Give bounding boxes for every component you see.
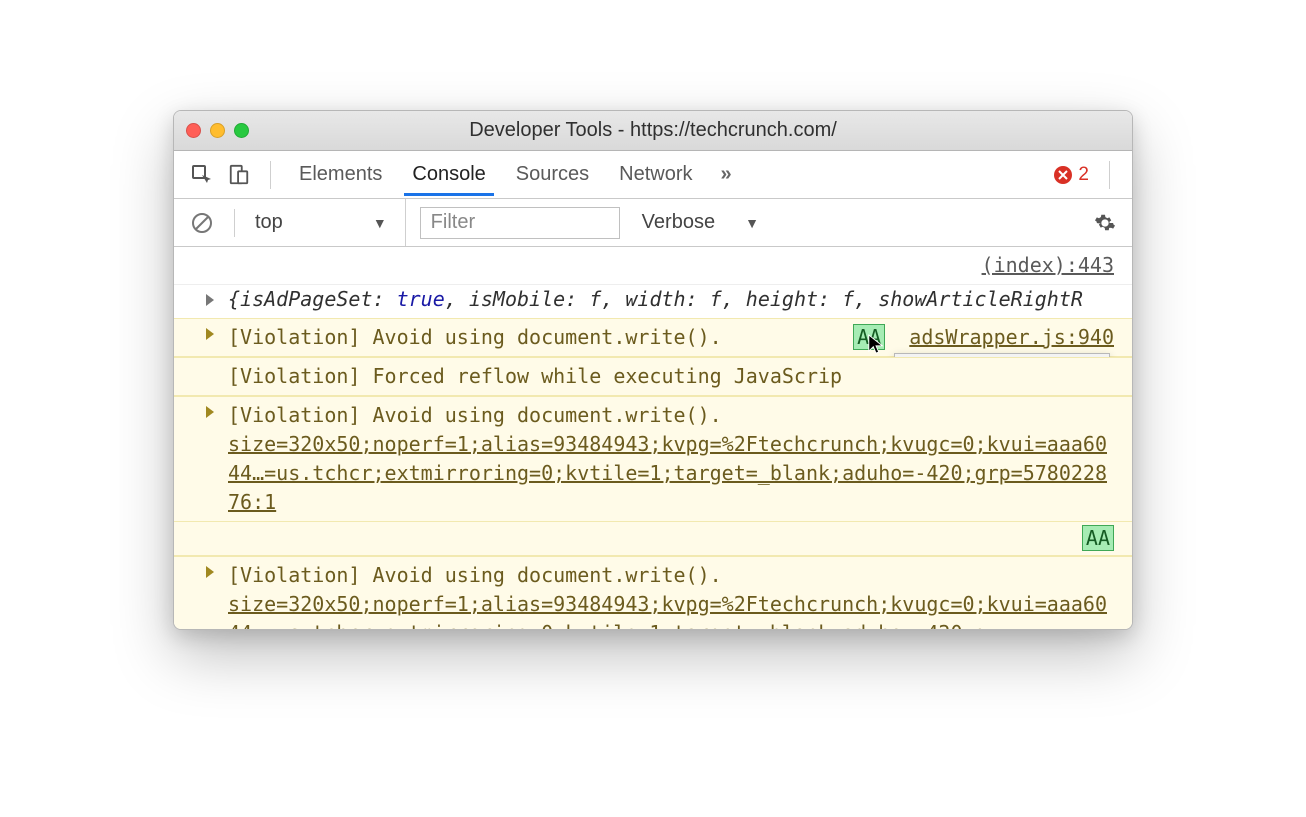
tab-network[interactable]: Network [611,153,700,196]
expand-arrow-icon[interactable] [206,566,214,578]
devtools-window: Developer Tools - https://techcrunch.com… [173,110,1133,630]
tab-console[interactable]: Console [404,153,493,196]
tab-sources[interactable]: Sources [508,153,597,196]
log-level-selector[interactable]: Verbose ▼ [642,211,759,234]
tab-elements[interactable]: Elements [291,153,390,196]
request-url-link[interactable]: size=320x50;noperf=1;alias=93484943;kvpg… [228,432,1107,514]
message-text: [Violation] Avoid using document.write()… [228,563,722,587]
source-link[interactable]: (index):443 [982,253,1114,277]
thirdparty-badge[interactable]: AA [1082,525,1114,551]
settings-icon[interactable] [1094,212,1116,234]
more-tabs-icon[interactable]: » [715,163,738,186]
clear-console-icon[interactable] [190,211,214,235]
filter-input[interactable]: Filter [420,207,620,239]
console-row[interactable]: [Violation] Avoid using document.write()… [174,556,1132,629]
request-url-link[interactable]: size=320x50;noperf=1;alias=93484943;kvpg… [228,592,1107,629]
divider [270,161,271,189]
mouse-cursor-icon [867,333,885,355]
console-messages: (index):443 {isAdPageSet: true, isMobile… [174,247,1132,629]
chevron-down-icon: ▼ [745,215,759,231]
context-value: top [255,211,283,234]
title-bar: Developer Tools - https://techcrunch.com… [174,111,1132,151]
error-icon [1054,166,1072,184]
chevron-down-icon: ▼ [373,215,387,231]
console-row[interactable]: [Violation] Avoid using document.write()… [174,396,1132,522]
panel-tabs: Elements Console Sources Network » 2 [174,151,1132,199]
inspect-element-icon[interactable] [190,163,214,187]
expand-arrow-icon[interactable] [206,294,214,306]
console-row[interactable]: [Violation] Avoid using document.write()… [174,318,1132,357]
console-row[interactable]: {isAdPageSet: true, isMobile: f, width: … [174,285,1132,318]
message-text: [Violation] Forced reflow while executin… [228,364,842,388]
window-title: Developer Tools - https://techcrunch.com… [174,119,1132,142]
divider [1109,161,1110,189]
expand-arrow-icon[interactable] [206,328,214,340]
error-count-value: 2 [1078,164,1089,186]
maximize-window-button[interactable] [234,123,249,138]
context-selector[interactable]: top ▼ [255,199,406,246]
message-text: {isAdPageSet: true, isMobile: f, width: … [228,287,1083,311]
console-row: [Violation] Forced reflow while executin… [174,357,1132,396]
minimize-window-button[interactable] [210,123,225,138]
error-count-badge[interactable]: 2 [1054,164,1089,186]
message-text: [Violation] Avoid using document.write()… [228,325,722,349]
console-row-badge: AA [174,522,1132,556]
expand-arrow-icon[interactable] [206,406,214,418]
traffic-lights [186,123,249,138]
close-window-button[interactable] [186,123,201,138]
source-link[interactable]: adsWrapper.js:940 [909,325,1114,349]
divider [234,209,235,237]
message-text: [Violation] Avoid using document.write()… [228,403,722,427]
console-row: (index):443 [174,247,1132,285]
log-level-value: Verbose [642,211,715,234]
console-toolbar: top ▼ Filter Verbose ▼ [174,199,1132,247]
device-toolbar-icon[interactable] [228,164,250,186]
filter-placeholder: Filter [431,211,475,234]
